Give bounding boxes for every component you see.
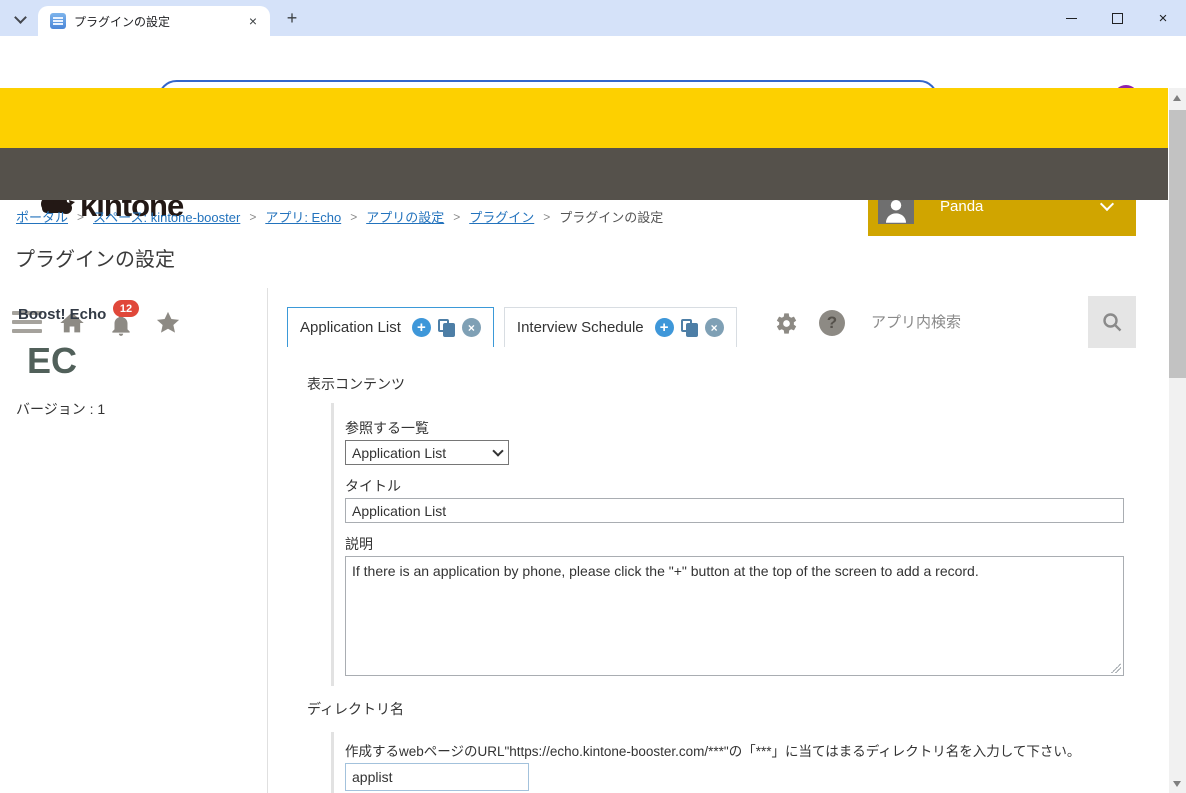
breadcrumb-portal[interactable]: ポータル [16, 207, 68, 226]
breadcrumb-separator: > [77, 209, 85, 224]
browser-tab[interactable]: プラグインの設定 × [38, 6, 270, 36]
resize-handle[interactable] [1111, 663, 1121, 673]
breadcrumb-app-settings[interactable]: アプリの設定 [366, 207, 444, 226]
scroll-down-icon[interactable] [1173, 781, 1181, 787]
gear-icon [776, 312, 796, 334]
close-window-button[interactable]: × [1140, 0, 1186, 36]
sidebar-divider [267, 288, 268, 793]
tab-application-list[interactable]: Application List + × [287, 307, 494, 347]
directory-input[interactable] [345, 763, 529, 791]
maximize-button[interactable] [1094, 0, 1140, 36]
favorites-button[interactable] [154, 309, 182, 337]
minimize-button[interactable] [1048, 0, 1094, 36]
minimize-icon [1065, 17, 1077, 19]
app-search-input[interactable] [857, 296, 1088, 348]
browser-tab-title: プラグインの設定 [74, 14, 171, 29]
duplicate-tab-icon[interactable] [437, 318, 455, 337]
description-field-label: 説明 [345, 536, 373, 552]
window-controls: × [1048, 0, 1186, 36]
tab-search-button[interactable] [8, 7, 32, 31]
directory-instruction: 作成するwebページのURL"https://echo.kintone-boos… [345, 744, 1081, 759]
section-label-display-contents: 表示コンテンツ [307, 376, 405, 392]
breadcrumb-separator: > [350, 209, 358, 224]
maximize-icon [1111, 12, 1123, 24]
breadcrumb: ポータル > スペース: kintone-booster > アプリ: Echo… [16, 207, 663, 226]
description-textarea[interactable]: If there is an application by phone, ple… [345, 556, 1124, 676]
help-icon: ? [819, 310, 845, 336]
tab-label: Application List [300, 319, 401, 336]
app-search-box [857, 296, 1088, 348]
scrollbar-thumb[interactable] [1169, 110, 1186, 378]
tab-label: Interview Schedule [516, 319, 644, 336]
settings-button[interactable] [771, 309, 799, 337]
title-field-label: タイトル [345, 478, 401, 494]
section-guide-line [331, 403, 334, 686]
scroll-up-icon[interactable] [1173, 95, 1181, 101]
page-favicon-icon [50, 13, 66, 29]
section-guide-line [331, 732, 334, 793]
page-scrollbar[interactable] [1169, 88, 1186, 793]
breadcrumb-app[interactable]: アプリ: Echo [265, 207, 341, 226]
chevron-down-icon [492, 444, 504, 457]
chevron-down-icon [13, 10, 27, 24]
breadcrumb-plugin[interactable]: プラグイン [469, 207, 534, 226]
plugin-initials: EC [27, 340, 78, 381]
notification-badge: 12 [113, 300, 139, 317]
plugin-version: バージョン : 1 [16, 401, 106, 417]
add-tab-icon[interactable]: + [654, 318, 674, 337]
browser-toolbar: pandafirm.cybozu.com/k/admin/app/2522/pl… [0, 36, 1186, 117]
plugin-name: Boost! Echo [18, 306, 107, 323]
browser-titlebar: プラグインの設定 × + × [0, 0, 1186, 36]
title-input[interactable] [345, 498, 1124, 523]
kintone-header: kintone Panda [0, 88, 1168, 236]
search-icon [1103, 313, 1122, 332]
remove-tab-icon[interactable]: × [461, 318, 481, 337]
star-icon [156, 311, 180, 333]
help-button[interactable]: ? [818, 309, 846, 337]
breadcrumb-current: プラグインの設定 [559, 210, 664, 225]
breadcrumb-space[interactable]: スペース: kintone-booster [93, 207, 240, 226]
breadcrumb-separator: > [249, 209, 257, 224]
search-button[interactable] [1088, 296, 1136, 348]
list-select[interactable]: Application List [345, 440, 509, 465]
new-tab-button[interactable]: + [282, 8, 302, 28]
kintone-navbar: 12 ? [0, 148, 1168, 348]
breadcrumb-separator: > [453, 209, 461, 224]
section-label-directory: ディレクトリ名 [307, 701, 405, 717]
list-select-value: Application List [352, 444, 447, 461]
remove-tab-icon[interactable]: × [704, 318, 724, 337]
content-tabs: Application List + × Interview Schedule … [287, 307, 737, 347]
list-field-label: 参照する一覧 [345, 420, 429, 436]
tab-interview-schedule[interactable]: Interview Schedule + × [503, 307, 737, 347]
browser-window: プラグインの設定 × + × pandafirm.cybozu.c [0, 0, 1186, 793]
page-title: プラグインの設定 [15, 249, 175, 271]
tab-close-button[interactable]: × [244, 12, 262, 30]
breadcrumb-separator: > [543, 209, 551, 224]
add-tab-icon[interactable]: + [411, 318, 431, 337]
user-name: Panda [940, 197, 984, 215]
duplicate-tab-icon[interactable] [680, 318, 698, 337]
